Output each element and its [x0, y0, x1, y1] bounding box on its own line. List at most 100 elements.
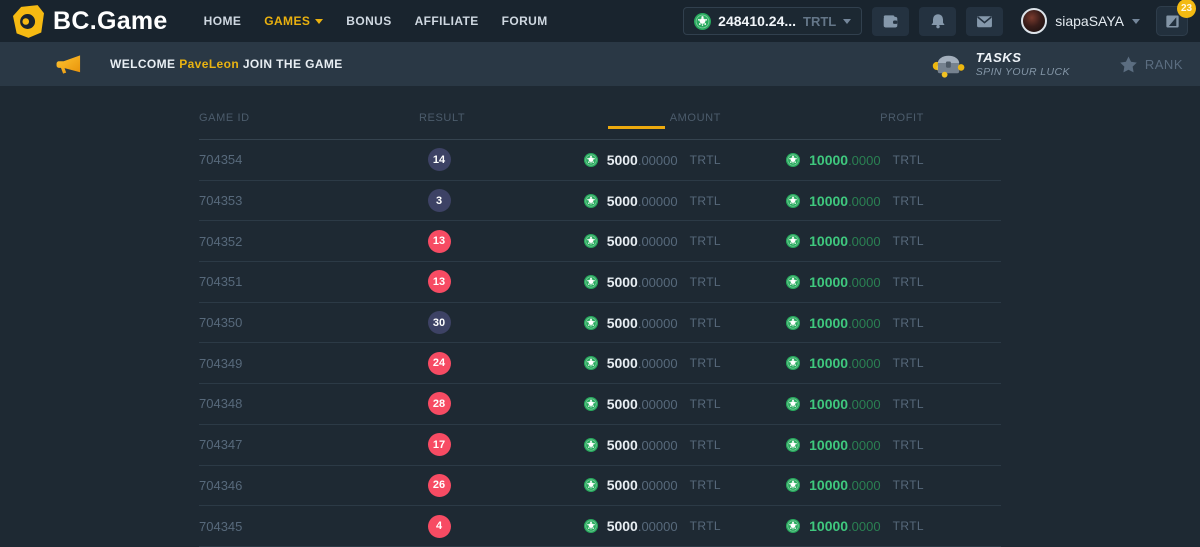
wallet-icon — [882, 13, 899, 30]
brand-name: BC.Game — [53, 7, 168, 36]
game-id-cell: 704347 — [199, 437, 419, 452]
profit-cell: 10000.0000 TRTL — [721, 233, 924, 249]
amount-currency: TRTL — [690, 478, 721, 492]
result-cell: 3 — [419, 189, 459, 212]
welcome-player-name: PaveLeon — [179, 57, 239, 71]
main-content: GAME ID RESULT AMOUNT PROFIT 704354 14 5… — [0, 86, 1200, 547]
profit-cell: 10000.0000 TRTL — [721, 193, 924, 209]
balance-currency: TRTL — [803, 14, 836, 29]
trtl-coin-icon — [584, 153, 598, 167]
nav-item-home[interactable]: HOME — [204, 14, 242, 28]
profit-currency: TRTL — [893, 275, 924, 289]
profit-currency: TRTL — [893, 397, 924, 411]
result-cell: 24 — [419, 352, 459, 375]
nav-item-bonus[interactable]: BONUS — [346, 14, 391, 28]
profit-currency: TRTL — [893, 519, 924, 533]
table-row[interactable]: 704350 30 5000.00000 TRTL — [199, 303, 1001, 344]
treasure-chest-icon — [932, 50, 965, 78]
profit-cell: 10000.0000 TRTL — [721, 152, 924, 168]
amount-cell: 5000.00000 TRTL — [459, 355, 721, 371]
top-navbar: BC.Game HOME GAMES BONUS AFFILIATE FORUM… — [0, 0, 1200, 42]
amount-currency: TRTL — [690, 438, 721, 452]
game-id-cell: 704354 — [199, 152, 419, 167]
table-row[interactable]: 704353 3 5000.00000 TRTL — [199, 181, 1001, 222]
amount-cell: 5000.00000 TRTL — [459, 315, 721, 331]
amount-currency: TRTL — [690, 397, 721, 411]
trtl-coin-icon — [584, 275, 598, 289]
trtl-coin-icon — [786, 519, 800, 533]
announcement-bar: WELCOME PaveLeon JOIN THE GAME TASKS SPI… — [0, 42, 1200, 86]
result-cell: 30 — [419, 311, 459, 334]
table-row[interactable]: 704351 13 5000.00000 TRTL — [199, 262, 1001, 303]
header-amount: AMOUNT — [459, 112, 721, 124]
amount-cell: 5000.00000 TRTL — [459, 477, 721, 493]
header-result: RESULT — [419, 112, 459, 124]
table-body: 704354 14 5000.00000 TRTL — [199, 140, 1001, 547]
chat-button[interactable]: 23 — [1156, 6, 1188, 36]
tasks-text: TASKS SPIN YOUR LUCK — [976, 50, 1070, 78]
rank-link[interactable]: RANK — [1120, 56, 1183, 73]
chat-unread-badge: 23 — [1177, 0, 1196, 18]
active-tab-indicator — [608, 126, 665, 129]
navbar-right: 248410.24... TRTL siapaSAYA — [683, 6, 1188, 36]
trtl-coin-icon — [584, 316, 598, 330]
result-badge: 13 — [428, 230, 451, 253]
nav-item-games[interactable]: GAMES — [264, 14, 323, 28]
trtl-coin-icon — [786, 356, 800, 370]
result-cell: 17 — [419, 433, 459, 456]
banner-right: TASKS SPIN YOUR LUCK RANK — [932, 50, 1183, 78]
trtl-coin-icon — [786, 397, 800, 411]
table-row[interactable]: 704349 24 5000.00000 TRTL — [199, 343, 1001, 384]
balance-value: 248410.24... — [718, 13, 796, 29]
notifications-button[interactable] — [919, 7, 956, 36]
trtl-coin-icon — [786, 438, 800, 452]
header-game-id: GAME ID — [199, 112, 419, 124]
profit-cell: 10000.0000 TRTL — [721, 437, 924, 453]
trtl-coin-icon — [584, 478, 598, 492]
chevron-down-icon — [1132, 19, 1140, 24]
table-row[interactable]: 704345 4 5000.00000 TRTL — [199, 506, 1001, 547]
table-header-row: GAME ID RESULT AMOUNT PROFIT — [199, 86, 1001, 140]
nav-item-affiliate[interactable]: AFFILIATE — [415, 14, 479, 28]
game-id-cell: 704352 — [199, 234, 419, 249]
user-menu[interactable]: siapaSAYA — [1021, 8, 1140, 34]
table-row[interactable]: 704348 28 5000.00000 TRTL — [199, 384, 1001, 425]
result-badge: 3 — [428, 189, 451, 212]
profit-currency: TRTL — [893, 356, 924, 370]
profit-currency: TRTL — [893, 194, 924, 208]
game-id-cell: 704349 — [199, 356, 419, 371]
header-profit: PROFIT — [721, 112, 924, 124]
trtl-coin-icon — [584, 397, 598, 411]
result-cell: 13 — [419, 270, 459, 293]
result-cell: 13 — [419, 230, 459, 253]
wallet-button[interactable] — [872, 7, 909, 36]
amount-cell: 5000.00000 TRTL — [459, 233, 721, 249]
amount-currency: TRTL — [690, 234, 721, 248]
amount-cell: 5000.00000 TRTL — [459, 396, 721, 412]
chat-icon — [1164, 13, 1181, 30]
nav-item-forum[interactable]: FORUM — [502, 14, 548, 28]
trtl-coin-icon — [584, 438, 598, 452]
tasks-subtitle: SPIN YOUR LUCK — [976, 66, 1070, 78]
result-badge: 13 — [428, 270, 451, 293]
amount-currency: TRTL — [690, 275, 721, 289]
trtl-coin-icon — [786, 153, 800, 167]
game-id-cell: 704350 — [199, 315, 419, 330]
amount-cell: 5000.00000 TRTL — [459, 437, 721, 453]
table-row[interactable]: 704354 14 5000.00000 TRTL — [199, 140, 1001, 181]
star-icon — [1120, 56, 1137, 73]
result-badge: 17 — [428, 433, 451, 456]
profit-cell: 10000.0000 TRTL — [721, 477, 924, 493]
table-row[interactable]: 704346 26 5000.00000 TRTL — [199, 466, 1001, 507]
trtl-coin-icon — [786, 478, 800, 492]
balance-selector[interactable]: 248410.24... TRTL — [683, 7, 862, 35]
profit-currency: TRTL — [893, 478, 924, 492]
table-row[interactable]: 704352 13 5000.00000 TRTL — [199, 221, 1001, 262]
tasks-title: TASKS — [976, 50, 1070, 65]
result-badge: 30 — [428, 311, 451, 334]
table-row[interactable]: 704347 17 5000.00000 TRTL — [199, 425, 1001, 466]
brand-logo[interactable]: BC.Game — [13, 5, 168, 38]
result-cell: 4 — [419, 515, 459, 538]
tasks-link[interactable]: TASKS SPIN YOUR LUCK — [932, 50, 1070, 78]
messages-button[interactable] — [966, 7, 1003, 36]
